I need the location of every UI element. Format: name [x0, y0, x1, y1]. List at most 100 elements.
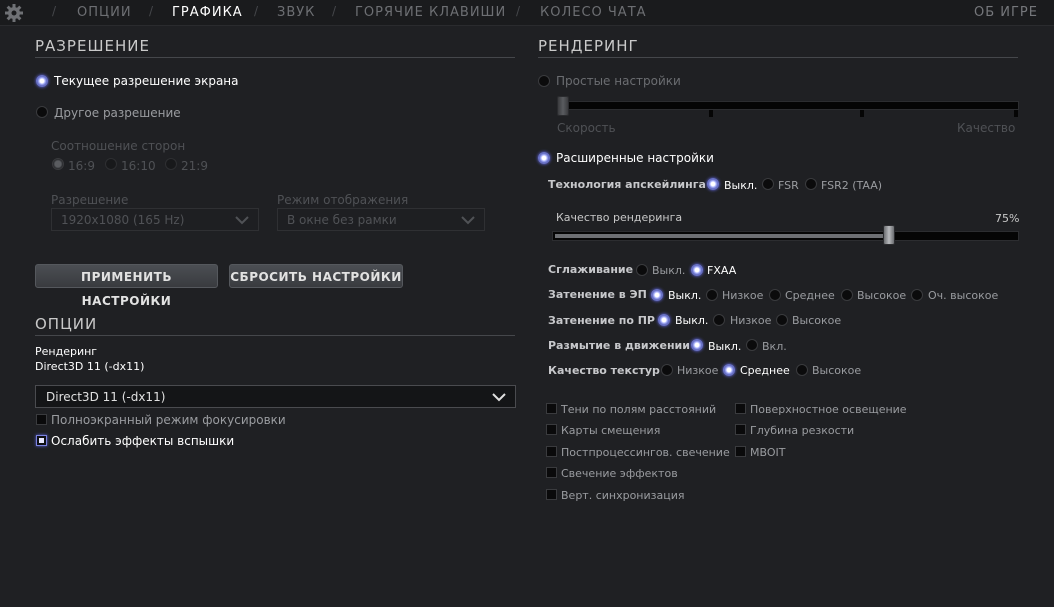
texture-high-radio[interactable]	[796, 364, 808, 376]
resolution-select-value: 1920x1080 (165 Hz)	[61, 213, 185, 227]
simple-quality-slider[interactable]	[557, 101, 1019, 110]
shadow-ep-off-radio[interactable]	[651, 289, 663, 301]
sdf-shadows-checkbox[interactable]	[546, 403, 557, 414]
tab-about[interactable]: ОБ ИГРЕ	[974, 5, 1038, 20]
shadow-ep-mid-radio[interactable]	[769, 289, 781, 301]
slider-notch	[709, 110, 713, 117]
depth-of-field-checkbox[interactable]	[735, 424, 746, 435]
apply-settings-button[interactable]: ПРИМЕНИТЬ НАСТРОЙКИ	[35, 264, 218, 308]
aa-fxaa-radio[interactable]	[691, 264, 703, 276]
rendering-label: Рендеринг	[35, 345, 98, 358]
effects-glow-checkbox[interactable]	[546, 467, 557, 478]
shadow-ep-label: Затенение в ЭП	[548, 288, 647, 301]
tab-options[interactable]: ОПЦИИ	[77, 5, 132, 20]
shadow-ep-low-radio[interactable]	[706, 289, 718, 301]
shadow-pr-high-label: Высокое	[792, 314, 842, 327]
quality-label: Качество	[957, 121, 1016, 135]
effects-glow-label: Свечение эффектов	[561, 467, 678, 480]
nav-separator: /	[149, 4, 154, 18]
display-mode-value: В окне без рамки	[287, 213, 397, 227]
vsync-checkbox[interactable]	[546, 489, 557, 500]
gear-icon[interactable]	[4, 3, 24, 23]
render-quality-knob[interactable]	[883, 225, 895, 245]
advanced-settings-radio[interactable]	[538, 152, 550, 164]
shadow-pr-label: Затенение по ПР	[548, 314, 655, 327]
upscale-off-radio[interactable]	[707, 178, 719, 190]
simple-quality-knob[interactable]	[557, 96, 569, 116]
aa-off-label: Выкл.	[652, 264, 686, 277]
motion-blur-off-label: Выкл.	[708, 340, 742, 353]
upscale-label: Технология апскейлинга	[548, 178, 706, 191]
shadow-pr-high-radio[interactable]	[776, 314, 788, 326]
shadow-pr-off-radio[interactable]	[658, 314, 670, 326]
aspect-16-10-label: 16:10	[121, 159, 156, 173]
motion-blur-off-radio[interactable]	[691, 339, 703, 351]
shadow-ep-high-radio[interactable]	[841, 289, 853, 301]
resolution-select[interactable]: 1920x1080 (165 Hz)	[51, 208, 259, 231]
postprocess-glow-label: Постпроцессингов. свечение	[561, 446, 730, 459]
upscale-fsr-label: FSR	[778, 179, 799, 192]
shadow-pr-low-radio[interactable]	[713, 314, 725, 326]
aspect-21-9-label: 21:9	[181, 159, 208, 173]
shadow-ep-off-label: Выкл.	[668, 289, 702, 302]
upscale-fsr-radio[interactable]	[762, 178, 774, 190]
sdf-shadows-label: Тени по полям расстояний	[561, 403, 717, 416]
fullscreen-focus-label: Полноэкранный режим фокусировки	[51, 413, 286, 427]
top-nav: / ОПЦИИ / ГРАФИКА / ЗВУК / ГОРЯЧИЕ КЛАВИ…	[0, 0, 1054, 26]
texture-low-radio[interactable]	[661, 364, 673, 376]
aspect-21-9-radio[interactable]	[165, 158, 177, 170]
texture-high-label: Высокое	[812, 364, 862, 377]
shadow-ep-ultra-radio[interactable]	[911, 289, 923, 301]
resolution-select-label: Разрешение	[51, 193, 129, 207]
displacement-maps-checkbox[interactable]	[546, 424, 557, 435]
tab-sound[interactable]: ЗВУК	[277, 5, 315, 20]
other-resolution-label: Другое разрешение	[54, 106, 181, 120]
other-resolution-radio[interactable]	[36, 106, 48, 118]
texture-quality-label: Качество текстур	[548, 364, 660, 377]
tab-graphics[interactable]: ГРАФИКА	[172, 5, 243, 20]
shadow-ep-ultra-label: Оч. высокое	[928, 289, 999, 302]
antialiasing-label: Сглаживание	[548, 263, 634, 276]
rendering-heading: РЕНДЕРИНГ	[538, 37, 639, 55]
mboit-checkbox[interactable]	[735, 446, 746, 457]
displacement-maps-label: Карты смещения	[561, 424, 661, 437]
texture-low-label: Низкое	[677, 364, 719, 377]
simple-settings-radio[interactable]	[538, 75, 550, 87]
divider	[35, 57, 515, 58]
texture-mid-label: Среднее	[740, 364, 790, 377]
surface-lighting-label: Поверхностное освещение	[750, 403, 907, 416]
options-heading: ОПЦИИ	[35, 315, 98, 333]
weaken-flash-checkbox[interactable]	[36, 435, 47, 446]
shadow-ep-low-label: Низкое	[722, 289, 764, 302]
upscale-fsr2-label: FSR2 (TAA)	[821, 179, 883, 192]
surface-lighting-checkbox[interactable]	[735, 403, 746, 414]
divider	[35, 335, 515, 336]
weaken-flash-label: Ослабить эффекты вспышки	[51, 434, 235, 448]
texture-mid-radio[interactable]	[723, 364, 735, 376]
fullscreen-focus-checkbox[interactable]	[36, 414, 47, 425]
resolution-heading: РАЗРЕШЕНИЕ	[35, 37, 150, 55]
rendering-api-select[interactable]: Direct3D 11 (-dx11)	[35, 385, 516, 408]
motion-blur-on-radio[interactable]	[746, 339, 758, 351]
reset-settings-button[interactable]: СБРОСИТЬ НАСТРОЙКИ	[229, 264, 403, 288]
aa-off-radio[interactable]	[636, 264, 648, 276]
postprocess-glow-checkbox[interactable]	[546, 446, 557, 457]
chevron-down-icon	[461, 216, 475, 225]
render-quality-label: Качество рендеринга	[556, 211, 683, 224]
shadow-ep-high-label: Высокое	[857, 289, 907, 302]
render-quality-value: 75%	[995, 212, 1020, 225]
tab-hotkeys[interactable]: ГОРЯЧИЕ КЛАВИШИ	[355, 5, 506, 20]
aspect-16-10-radio[interactable]	[105, 158, 117, 170]
current-resolution-radio[interactable]	[36, 75, 48, 87]
display-mode-select[interactable]: В окне без рамки	[277, 208, 485, 231]
display-mode-label: Режим отображения	[277, 193, 409, 207]
aa-fxaa-label: FXAA	[707, 264, 737, 277]
aspect-16-9-radio[interactable]	[52, 158, 64, 170]
nav-separator: /	[516, 4, 521, 18]
upscale-fsr2-radio[interactable]	[805, 178, 817, 190]
motion-blur-label: Размытие в движении	[548, 339, 690, 352]
vsync-label: Верт. синхронизация	[561, 489, 685, 502]
simple-settings-label: Простые настройки	[556, 74, 681, 88]
tab-chat-wheel[interactable]: КОЛЕСО ЧАТА	[540, 5, 647, 20]
render-quality-fill	[555, 234, 886, 238]
